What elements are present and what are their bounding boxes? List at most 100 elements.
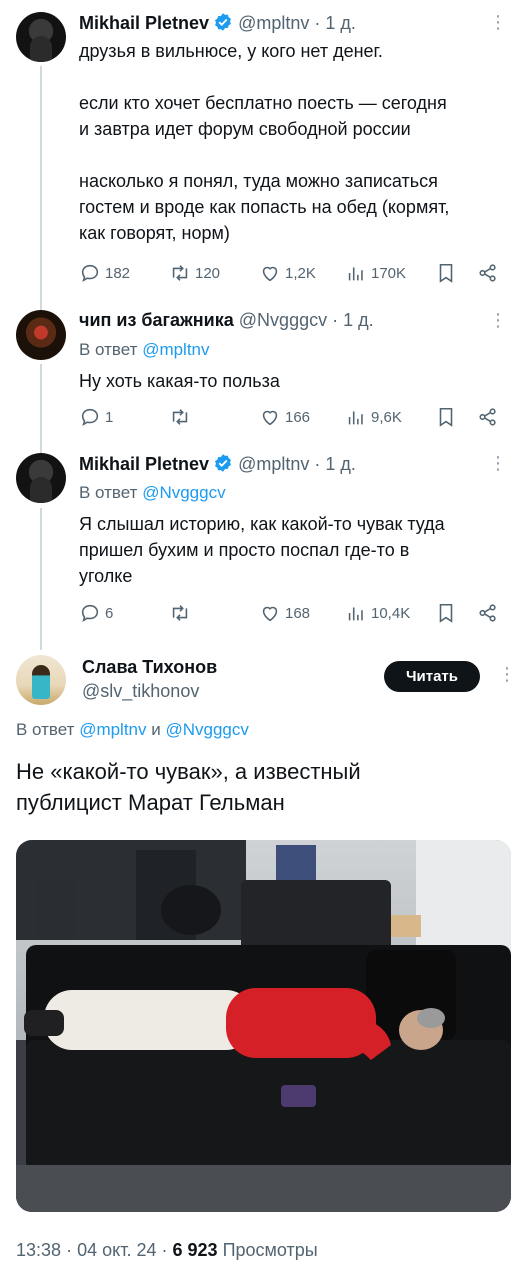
text-line: Я слышал историю, как какой-то чувак туд… [79, 514, 445, 534]
main-author: Слава Тихонов @slv_tikhonov [82, 656, 217, 704]
tweet-actions: 1 166 9,6K [79, 406, 503, 430]
text-line [79, 64, 513, 90]
author-name[interactable]: Слава Тихонов [82, 656, 217, 678]
avatar[interactable] [16, 310, 66, 360]
author-name[interactable]: чип из багажника [79, 310, 234, 330]
like-icon [262, 606, 278, 622]
like-count: 166 [285, 408, 311, 426]
text-line: как говорят, норм) [79, 223, 230, 243]
text-line: пришел бухим и просто поспал где-то в [79, 540, 410, 560]
more-icon[interactable]: ⋮ [489, 310, 507, 331]
text-line: гостем и вроде как попасть на обед (корм… [79, 197, 450, 217]
views-count: 9,6K [371, 408, 402, 426]
text-line: если кто хочет бесплатно поесть — сегодн… [79, 93, 447, 113]
views-count: 10,4K [371, 604, 411, 622]
views-button[interactable]: 10,4K [345, 602, 410, 624]
photo-illustration [16, 840, 511, 1212]
retweet-button[interactable] [169, 406, 191, 428]
author-name[interactable]: Mikhail Pletnev [79, 13, 209, 33]
avatar[interactable] [16, 12, 66, 62]
more-icon[interactable]: ⋮ [489, 12, 507, 33]
reply-context: В ответ @mpltnv [79, 338, 513, 362]
views-button[interactable]: 170K [345, 262, 406, 284]
tweet-actions: 6 168 10,4K [79, 602, 503, 626]
retweet-button[interactable] [169, 602, 191, 624]
reply-button[interactable]: 1 [79, 406, 113, 428]
author-handle[interactable]: @mpltnv [238, 454, 309, 474]
timestamp[interactable]: 1 д. [325, 13, 356, 33]
reply-label: В ответ [16, 720, 75, 739]
mention-link[interactable]: @mpltnv [79, 720, 146, 739]
reply-icon [81, 408, 99, 426]
share-button[interactable] [477, 602, 499, 624]
tweet-photo[interactable] [16, 840, 511, 1212]
retweet-button[interactable]: 120 [169, 262, 220, 284]
timestamp[interactable]: 1 д. [343, 310, 374, 330]
bookmark-icon [439, 603, 453, 623]
text-line: публицист Марат Гельман [16, 790, 285, 815]
share-button[interactable] [477, 262, 499, 284]
separator-dot: · [314, 13, 321, 33]
like-button[interactable]: 168 [259, 602, 310, 624]
mention-link[interactable]: @mpltnv [142, 340, 209, 359]
views-icon [348, 411, 363, 425]
author-handle[interactable]: @slv_tikhonov [82, 678, 217, 704]
date[interactable]: 04 окт. 24 [77, 1240, 156, 1260]
tweet-text: Я слышал историю, как какой-то чувак туд… [79, 511, 513, 589]
reply-icon [81, 604, 99, 622]
mention-link[interactable]: @Nvgggcv [165, 720, 248, 739]
retweet-icon [172, 409, 188, 425]
bookmark-button[interactable] [435, 602, 457, 624]
text-line [79, 142, 513, 168]
reply-context: В ответ @Nvgggcv [79, 481, 513, 505]
views-count: 6 923 [172, 1240, 218, 1260]
share-icon [479, 264, 496, 282]
bookmark-icon [439, 407, 453, 427]
bookmark-button[interactable] [435, 406, 457, 428]
follow-button[interactable]: Читать [384, 661, 480, 692]
author-handle[interactable]: @mpltnv [238, 13, 309, 33]
separator-dot: · [66, 1240, 73, 1260]
bookmark-button[interactable] [435, 262, 457, 284]
verified-badge-icon [213, 12, 233, 37]
avatar[interactable] [16, 453, 66, 503]
reply-button[interactable]: 182 [79, 262, 130, 284]
reply-button[interactable]: 6 [79, 602, 113, 624]
tweet-text: друзья в вильнюсе, у кого нет денег. есл… [79, 38, 513, 246]
mention-link[interactable]: @Nvgggcv [142, 483, 225, 502]
views-count: 170K [371, 264, 407, 282]
more-icon[interactable]: ⋮ [489, 453, 507, 474]
like-button[interactable]: 1,2K [259, 262, 316, 284]
author-name[interactable]: Mikhail Pletnev [79, 454, 209, 474]
time[interactable]: 13:38 [16, 1240, 61, 1260]
share-icon [479, 604, 496, 622]
more-icon[interactable]: ⋮ [498, 664, 516, 685]
share-button[interactable] [477, 406, 499, 428]
share-icon [479, 408, 496, 426]
reply-label: В ответ [79, 483, 138, 502]
tweet[interactable]: Mikhail Pletnev @mpltnv · 1 д. ⋮ друзья … [0, 12, 527, 302]
avatar[interactable] [16, 655, 66, 705]
tweet-text: Ну хоть какая-то польза [79, 368, 513, 394]
author-handle[interactable]: @Nvgggcv [239, 310, 327, 330]
retweet-icon [172, 605, 188, 621]
views-icon [348, 607, 363, 621]
views-icon [348, 267, 363, 281]
timestamp[interactable]: 1 д. [325, 454, 356, 474]
bookmark-icon [439, 263, 453, 283]
reply-count: 1 [105, 408, 114, 426]
like-count: 1,2K [285, 264, 316, 282]
tweet-meta: 13:38 · 04 окт. 24 · 6 923 Просмотры [16, 1240, 318, 1261]
views-button[interactable]: 9,6K [345, 406, 402, 428]
text-line: Не «какой-то чувак», а известный [16, 759, 361, 784]
tweet-actions: 182 120 1,2K 170K [79, 262, 503, 286]
like-button[interactable]: 166 [259, 406, 310, 428]
like-icon [262, 410, 278, 426]
text-line: Ну хоть какая-то польза [79, 371, 280, 391]
text-line: уголке [79, 566, 133, 586]
separator-dot: · [332, 310, 339, 330]
views-label: Просмотры [222, 1240, 318, 1260]
separator-dot: · [161, 1240, 168, 1260]
reply-count: 182 [105, 264, 131, 282]
retweet-count: 120 [195, 264, 221, 282]
